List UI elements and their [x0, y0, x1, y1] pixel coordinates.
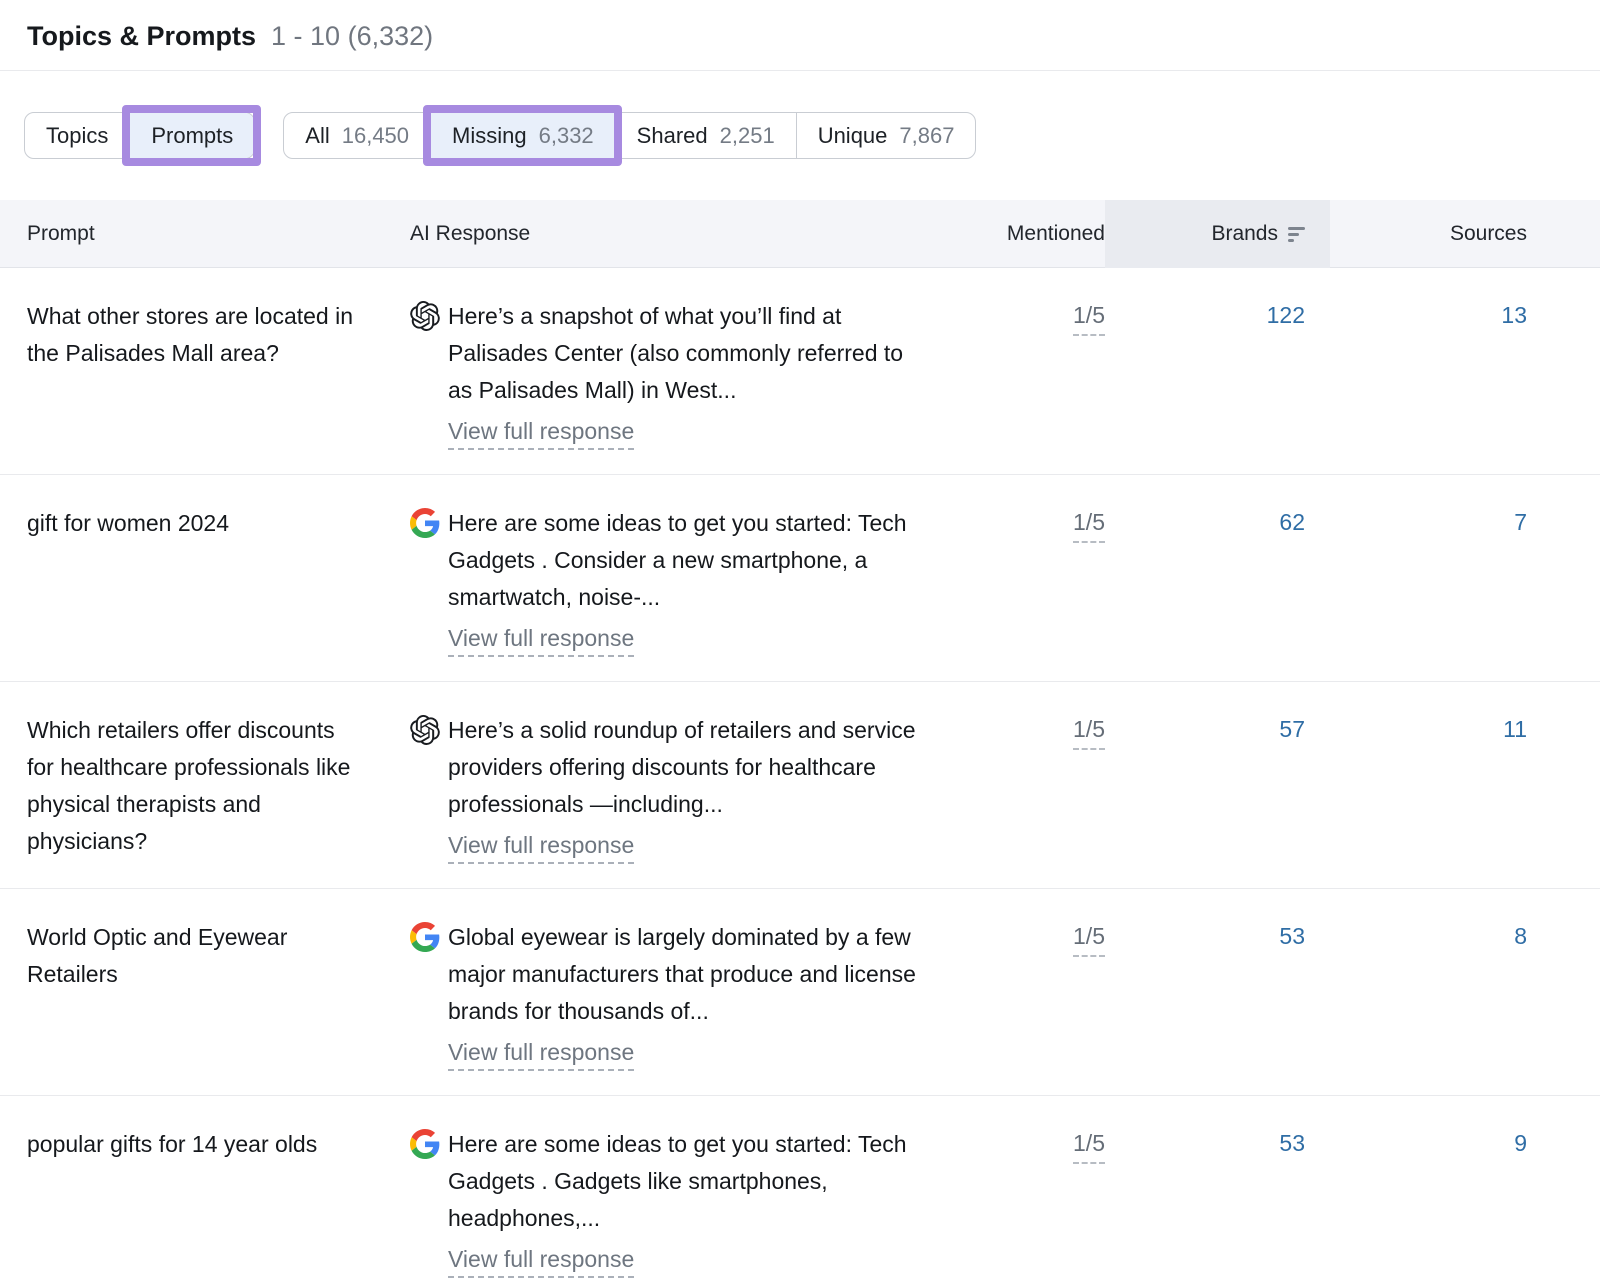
mentioned-cell: 1/5 [935, 298, 1105, 336]
brands-cell: 57 [1105, 712, 1330, 746]
prompt-text: World Optic and Eyewear Retailers [27, 919, 410, 993]
table-row: gift for women 2024 Here are some ideas … [0, 475, 1600, 682]
brands-cell: 62 [1105, 505, 1330, 539]
ai-response-text: Here’s a snapshot of what you’ll find at… [448, 298, 925, 409]
google-icon [410, 922, 440, 952]
brands-cell: 53 [1105, 1126, 1330, 1160]
sources-cell: 11 [1330, 712, 1577, 746]
openai-icon [410, 715, 440, 745]
filter-all[interactable]: All 16,450 [284, 113, 430, 158]
tab-prompts[interactable]: Prompts [129, 113, 254, 158]
ai-response-cell: Here’s a solid roundup of retailers and … [410, 712, 935, 864]
table-row: popular gifts for 14 year olds Here are … [0, 1096, 1600, 1280]
sources-cell: 9 [1330, 1126, 1577, 1160]
mentioned-value[interactable]: 1/5 [1073, 298, 1105, 336]
google-icon [410, 1129, 440, 1159]
page-title: Topics & Prompts [27, 16, 256, 56]
mentioned-cell: 1/5 [935, 505, 1105, 543]
filter-missing-count: 6,332 [539, 123, 594, 149]
view-full-response-link[interactable]: View full response [448, 416, 634, 450]
prompts-table: Prompt AI Response Mentioned Brands Sour… [0, 200, 1600, 1280]
filter-all-label: All [305, 123, 329, 149]
page-range: 1 - 10 (6,332) [271, 16, 433, 56]
panel-title-bar: Topics & Prompts 1 - 10 (6,332) [0, 0, 1600, 71]
filter-shared[interactable]: Shared 2,251 [615, 113, 796, 158]
sources-count-link[interactable]: 7 [1514, 509, 1527, 535]
column-header-sources: Sources [1330, 200, 1577, 268]
sources-count-link[interactable]: 13 [1501, 302, 1527, 328]
tab-topics[interactable]: Topics [25, 113, 129, 158]
table-row: What other stores are located in the Pal… [0, 268, 1600, 475]
google-icon [410, 508, 440, 538]
sources-count-link[interactable]: 11 [1503, 716, 1527, 742]
filter-unique-count: 7,867 [899, 123, 954, 149]
ai-response-cell: Here are some ideas to get you started: … [410, 1126, 935, 1278]
brands-count-link[interactable]: 53 [1279, 1130, 1305, 1156]
mentioned-value[interactable]: 1/5 [1073, 712, 1105, 750]
sources-cell: 13 [1330, 298, 1577, 332]
column-header-prompt: Prompt [27, 200, 410, 268]
filter-unique-label: Unique [818, 123, 888, 149]
ai-response-cell: Here are some ideas to get you started: … [410, 505, 935, 657]
metric-filter: All 16,450 Missing 6,332 Shared 2,251 Un… [283, 112, 976, 159]
tab-topics-label: Topics [46, 123, 108, 149]
ai-response-text: Here are some ideas to get you started: … [448, 505, 925, 616]
column-header-mentioned: Mentioned [935, 200, 1105, 268]
brands-count-link[interactable]: 53 [1279, 923, 1305, 949]
mentioned-cell: 1/5 [935, 712, 1105, 750]
column-header-brands[interactable]: Brands [1105, 200, 1330, 268]
brands-cell: 53 [1105, 919, 1330, 953]
ai-response-text: Global eyewear is largely dominated by a… [448, 919, 925, 1030]
table-row: Which retailers offer discounts for heal… [0, 682, 1600, 889]
brands-cell: 122 [1105, 298, 1330, 332]
filter-shared-label: Shared [637, 123, 708, 149]
prompt-text: Which retailers offer discounts for heal… [27, 712, 410, 860]
view-full-response-link[interactable]: View full response [448, 830, 634, 864]
prompt-text: What other stores are located in the Pal… [27, 298, 410, 372]
brands-count-link[interactable]: 57 [1279, 716, 1305, 742]
column-header-brands-label: Brands [1211, 222, 1278, 246]
topics-prompts-panel: Topics & Prompts 1 - 10 (6,332) Topics P… [0, 0, 1600, 1280]
table-header-row: Prompt AI Response Mentioned Brands Sour… [0, 200, 1600, 268]
mentioned-cell: 1/5 [935, 919, 1105, 957]
table-row: World Optic and Eyewear Retailers Global… [0, 889, 1600, 1096]
prompt-text: popular gifts for 14 year olds [27, 1126, 410, 1163]
sort-descending-icon [1288, 226, 1305, 243]
filter-all-count: 16,450 [342, 123, 409, 149]
view-toggle: Topics Prompts [24, 112, 255, 159]
view-full-response-link[interactable]: View full response [448, 623, 634, 657]
column-header-ai-response: AI Response [410, 200, 935, 268]
mentioned-value[interactable]: 1/5 [1073, 1126, 1105, 1164]
view-full-response-link[interactable]: View full response [448, 1037, 634, 1071]
ai-response-text: Here’s a solid roundup of retailers and … [448, 712, 925, 823]
ai-response-cell: Here’s a snapshot of what you’ll find at… [410, 298, 935, 450]
ai-response-cell: Global eyewear is largely dominated by a… [410, 919, 935, 1071]
brands-count-link[interactable]: 62 [1279, 509, 1305, 535]
filter-missing[interactable]: Missing 6,332 [430, 113, 615, 158]
filter-shared-count: 2,251 [720, 123, 775, 149]
mentioned-value[interactable]: 1/5 [1073, 505, 1105, 543]
sources-count-link[interactable]: 8 [1514, 923, 1527, 949]
sources-count-link[interactable]: 9 [1514, 1130, 1527, 1156]
sources-cell: 7 [1330, 505, 1577, 539]
openai-icon [410, 301, 440, 331]
view-full-response-link[interactable]: View full response [448, 1244, 634, 1278]
prompt-text: gift for women 2024 [27, 505, 410, 542]
filter-unique[interactable]: Unique 7,867 [796, 113, 976, 158]
brands-count-link[interactable]: 122 [1267, 302, 1305, 328]
sources-cell: 8 [1330, 919, 1577, 953]
mentioned-cell: 1/5 [935, 1126, 1105, 1164]
filter-bar: Topics Prompts All 16,450 Missing 6,332 [24, 112, 1600, 159]
filter-missing-label: Missing [452, 123, 527, 149]
tab-prompts-label: Prompts [151, 123, 233, 149]
mentioned-value[interactable]: 1/5 [1073, 919, 1105, 957]
ai-response-text: Here are some ideas to get you started: … [448, 1126, 925, 1237]
